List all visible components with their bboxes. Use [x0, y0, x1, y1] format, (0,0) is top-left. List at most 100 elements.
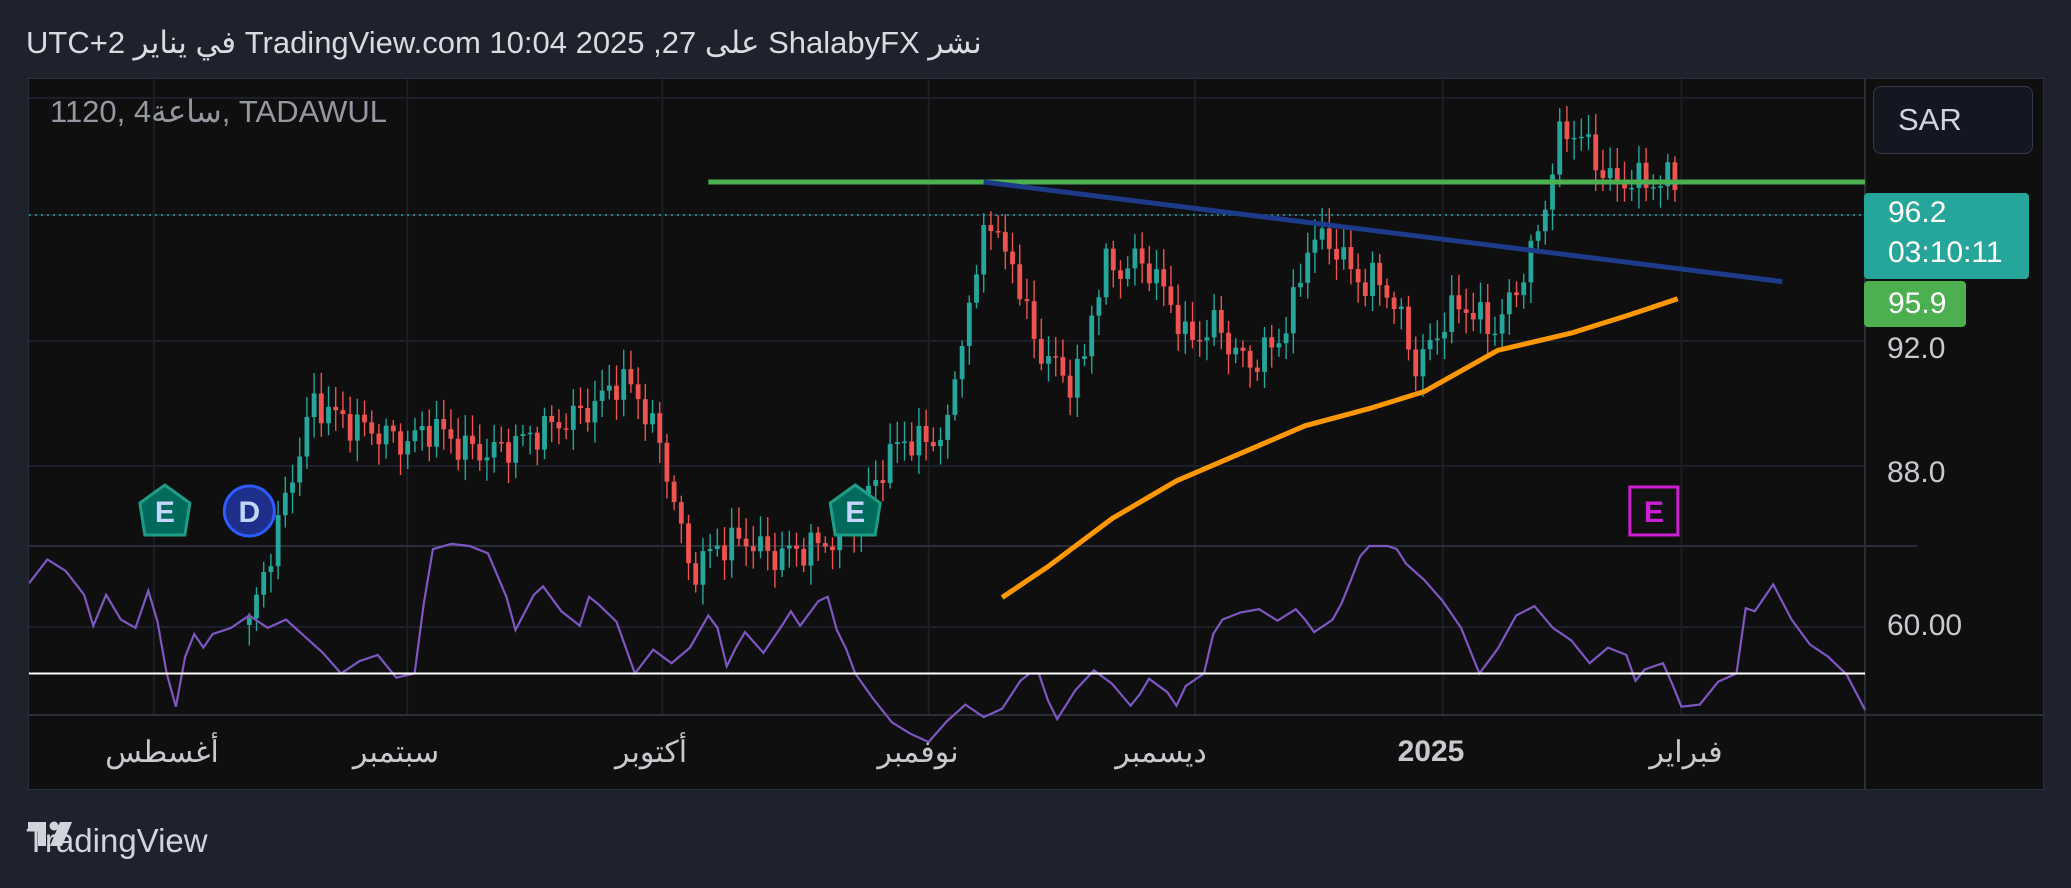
- candle-body: [1506, 292, 1512, 315]
- candle-body: [1348, 247, 1354, 270]
- candle-body: [779, 548, 785, 571]
- candle-body: [599, 390, 605, 401]
- time-axis-label: ديسمبر: [1115, 736, 1207, 769]
- candle-body: [765, 536, 771, 552]
- candle-body: [923, 425, 929, 442]
- time-axis-label: أغسطس: [105, 736, 219, 769]
- candle-body: [938, 439, 943, 447]
- candle-body: [282, 492, 288, 516]
- tradingview-logo-icon[interactable]: [26, 818, 82, 850]
- event-markers: EDEE: [138, 483, 1680, 538]
- candle-body: [1204, 337, 1210, 341]
- chart-grid: [29, 79, 1865, 715]
- candle-body: [412, 430, 418, 442]
- candle-body: [520, 434, 526, 437]
- candle-body: [441, 419, 447, 430]
- publish-info: نشر ShalabyFX على TradingView.com 10:04 …: [26, 25, 982, 60]
- candle-body: [894, 442, 900, 445]
- candle-body: [318, 393, 324, 424]
- time-axis-label: فبراير: [1649, 736, 1723, 769]
- candle-body: [1658, 186, 1663, 188]
- candle-body: [707, 549, 713, 552]
- candle-body: [434, 419, 439, 447]
- candle-body: [1514, 292, 1519, 296]
- candle-body: [981, 225, 987, 275]
- candle-body: [1046, 356, 1051, 364]
- candle-body: [909, 441, 915, 456]
- chart-svg[interactable]: EDEE: [29, 79, 2044, 790]
- candle-body: [369, 422, 375, 434]
- event-marker-dividend[interactable]: D: [222, 484, 276, 538]
- candle-body: [995, 231, 1001, 233]
- candle-body: [1528, 240, 1534, 283]
- candle-body: [585, 407, 591, 423]
- candle-body: [1492, 333, 1498, 336]
- candle-body: [1017, 264, 1023, 300]
- candle-body: [642, 399, 648, 425]
- footer: TradingView: [26, 818, 208, 864]
- candle-body: [1010, 251, 1015, 265]
- candle-body: [1067, 375, 1073, 398]
- candle-body: [822, 543, 828, 547]
- candle-body: [614, 385, 619, 400]
- candle-body: [1226, 332, 1231, 355]
- candle-body: [1406, 306, 1411, 350]
- candle-body: [1132, 248, 1138, 269]
- candle-body: [1434, 338, 1440, 341]
- candle-body: [426, 425, 432, 447]
- candle-body: [664, 442, 670, 482]
- candle-body: [1442, 331, 1447, 339]
- candle-body: [477, 444, 483, 461]
- candle-body: [549, 415, 555, 423]
- candle-body: [1593, 134, 1599, 171]
- price-axis-label: 92.0: [1887, 332, 1946, 365]
- event-marker-earnings[interactable]: E: [138, 483, 192, 537]
- candle-body: [1564, 121, 1570, 139]
- candle-body: [311, 393, 317, 418]
- candle-body: [563, 428, 569, 430]
- candle-body: [527, 432, 533, 435]
- rsi-axis-label: 60.00: [1887, 609, 1963, 642]
- candle-body: [786, 545, 792, 549]
- candle-body: [254, 594, 259, 619]
- event-marker-earnings[interactable]: E: [828, 483, 882, 537]
- candle-body: [1262, 337, 1267, 372]
- candle-body: [1240, 347, 1246, 351]
- candle-body: [916, 425, 922, 456]
- candle-body: [945, 414, 951, 440]
- last-price-value: 96.2: [1888, 196, 1947, 229]
- candle-body: [340, 410, 346, 415]
- event-marker-earnings-upcoming[interactable]: E: [1628, 485, 1680, 537]
- candle-body: [1276, 343, 1282, 348]
- event-marker-letter: D: [238, 496, 260, 529]
- candle-body: [1175, 304, 1181, 335]
- candle-body: [1478, 302, 1483, 320]
- candle-body: [1125, 268, 1131, 279]
- event-marker-letter: E: [155, 496, 175, 529]
- candle-body: [1233, 347, 1239, 355]
- candle-body: [462, 435, 468, 460]
- candle-body: [1096, 297, 1102, 316]
- candle-body: [1197, 339, 1203, 342]
- chart-area[interactable]: EDEE: [28, 78, 2044, 790]
- candle-body: [498, 442, 504, 444]
- currency-button[interactable]: SAR: [1873, 86, 2033, 154]
- candle-body: [1463, 309, 1469, 313]
- candle-body: [678, 502, 684, 524]
- candle-body: [966, 302, 972, 346]
- candle-body: [1247, 350, 1253, 368]
- candle-body: [484, 457, 490, 461]
- candle-body: [758, 536, 763, 552]
- candle-body: [902, 441, 907, 444]
- candle-body: [1362, 282, 1368, 297]
- candle-body: [1024, 299, 1030, 302]
- candle-body: [275, 515, 281, 567]
- candle-body: [1542, 209, 1548, 232]
- price-axis-label: 88.0: [1887, 456, 1946, 489]
- symbol-label[interactable]: 1120, 4ساعة, TADAWUL: [50, 94, 387, 130]
- candle-body: [1168, 286, 1174, 305]
- candle-body: [1571, 137, 1577, 140]
- candle-body: [1650, 187, 1656, 189]
- moving-average-line[interactable]: [1000, 296, 1679, 600]
- descending-trendline[interactable]: [983, 179, 1783, 285]
